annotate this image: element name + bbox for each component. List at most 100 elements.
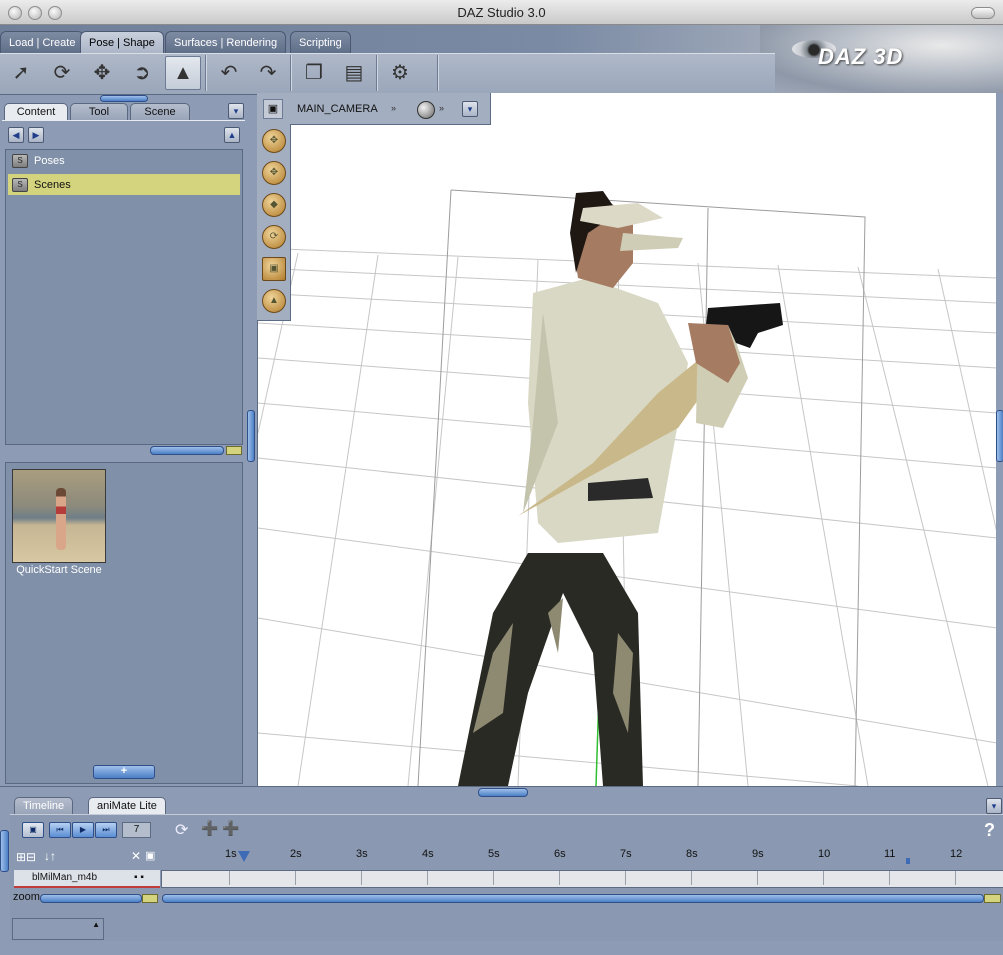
scroll-end-marker — [226, 446, 242, 455]
track-gridline — [427, 871, 428, 885]
panel-splitter-bottom[interactable] — [478, 788, 528, 797]
tab-load-create[interactable]: Load | Create — [0, 31, 85, 54]
roll-icon[interactable]: ⟳ — [259, 222, 289, 252]
select-icon[interactable]: ➚ — [4, 56, 38, 88]
track-gridline — [625, 871, 626, 885]
undo-icon[interactable]: ↶ — [212, 56, 246, 88]
track-gridline — [955, 871, 956, 885]
timeline-tick: 8s — [686, 848, 698, 860]
timeline-tick: 5s — [488, 848, 500, 860]
bottom-left-handle[interactable] — [0, 830, 9, 872]
tab-content[interactable]: Content — [4, 103, 68, 121]
dolly-icon[interactable]: ◆ — [259, 190, 289, 220]
orbit-icon[interactable]: ✥ — [259, 126, 289, 156]
toolbar-separator — [376, 55, 377, 91]
track-gridline — [295, 871, 296, 885]
help-icon[interactable]: ? — [984, 820, 995, 841]
panel-resize-handle[interactable] — [247, 410, 255, 462]
folder-label: Poses — [34, 154, 65, 167]
track-gridline — [691, 871, 692, 885]
sync-icon[interactable]: ⟳ — [175, 820, 188, 840]
chevron-down-icon[interactable]: » — [391, 103, 396, 113]
track-gridline — [823, 871, 824, 885]
3d-viewport[interactable] — [257, 93, 997, 786]
folder-scenes[interactable]: S Scenes — [8, 174, 240, 195]
toolbar-separator — [290, 55, 291, 91]
folder-hscrollbar[interactable] — [150, 446, 224, 455]
chevron-down-icon[interactable]: » — [439, 103, 444, 113]
pan-icon[interactable]: ✥ — [259, 158, 289, 188]
translate-icon[interactable]: ✥ — [85, 56, 119, 88]
track-name: blMilMan_m4b — [32, 872, 98, 883]
tab-scripting[interactable]: Scripting — [290, 31, 351, 54]
tab-tool[interactable]: Tool — [70, 103, 128, 121]
up-folder-icon[interactable]: ▲ — [224, 127, 240, 143]
quickstart-scene-thumbnail[interactable] — [12, 469, 106, 563]
go-to-start-icon[interactable]: ⏮ — [49, 822, 71, 838]
loop-icon[interactable]: ▣ — [22, 822, 44, 838]
script-icon[interactable]: ⚙ — [383, 56, 417, 88]
lock-icon[interactable]: ▣ — [145, 849, 155, 862]
window-title: DAZ Studio 3.0 — [457, 5, 546, 20]
frame-stepper[interactable]: 7 — [122, 822, 151, 838]
track-gridline — [493, 871, 494, 885]
track-figure-label[interactable]: blMilMan_m4b ▪ ▪ — [14, 870, 160, 888]
universal-icon[interactable]: ▲ — [165, 56, 201, 90]
remove-key-icon[interactable]: ➕ — [222, 820, 239, 837]
folder-icon: S — [12, 153, 28, 168]
copy-icon[interactable]: ❐ — [297, 56, 331, 88]
tab-underline — [2, 120, 245, 121]
playhead[interactable] — [238, 851, 250, 862]
paste-icon[interactable]: ▤ — [337, 56, 371, 88]
camera-selector[interactable]: MAIN_CAMERA — [297, 103, 378, 115]
scale-icon[interactable]: ➲ — [125, 56, 159, 88]
tab-surfaces-rendering[interactable]: Surfaces | Rendering — [165, 31, 287, 54]
panel-splitter-top[interactable] — [100, 95, 148, 102]
panel-menu-icon[interactable]: ▾ — [986, 798, 1002, 814]
thumbnail-figure — [56, 488, 66, 550]
tab-pose-shape[interactable]: Pose | Shape — [80, 31, 164, 54]
timeline-tick: 7s — [620, 848, 632, 860]
folder-icon: S — [12, 177, 28, 192]
back-arrow-icon[interactable]: ◀ — [8, 127, 24, 143]
tab-scene[interactable]: Scene — [130, 103, 190, 121]
tab-animate-lite[interactable]: aniMate Lite — [88, 797, 166, 815]
chevron-up-icon: ▲ — [92, 920, 100, 929]
track-options-box[interactable]: ▲ — [12, 918, 104, 940]
track-gridline — [757, 871, 758, 885]
end-marker[interactable] — [906, 858, 910, 864]
toolbar-separator — [437, 55, 438, 91]
frame-icon[interactable]: ▣ — [259, 254, 289, 284]
timeline-scrollbar[interactable] — [162, 894, 984, 903]
timeline-tick: 11 — [884, 848, 896, 860]
track-gridline — [559, 871, 560, 885]
move-track-icon[interactable]: ↓↑ — [44, 849, 56, 863]
add-track-icon[interactable]: ⊞⊟ — [16, 850, 36, 864]
panel-menu-icon[interactable]: ▾ — [228, 103, 244, 119]
draw-style-icon[interactable] — [417, 101, 435, 119]
folder-list: S Poses S Scenes — [5, 149, 243, 445]
reset-icon[interactable]: ▲ — [259, 286, 289, 316]
viewport-menu-icon[interactable]: ▣ — [263, 99, 283, 119]
zoom-slider[interactable] — [40, 894, 142, 903]
timeline-tick: 10 — [818, 848, 831, 860]
play-icon[interactable]: ▶ — [72, 822, 94, 838]
redo-icon[interactable]: ↷ — [251, 56, 285, 88]
folder-poses[interactable]: S Poses — [8, 150, 240, 171]
add-content-button[interactable]: + — [93, 765, 155, 779]
add-key-icon[interactable]: ➕ — [201, 820, 218, 837]
delete-track-icon[interactable]: ✕ — [131, 849, 141, 863]
viewport-scene — [258, 189, 997, 786]
track-gridline — [889, 871, 890, 885]
track-markers: ▪ ▪ — [134, 872, 144, 883]
rotate-icon[interactable]: ⟳ — [45, 56, 79, 88]
toolbar-toggle-icon[interactable] — [971, 7, 995, 19]
timeline-tick: 4s — [422, 848, 434, 860]
timeline-tick: 9s — [752, 848, 764, 860]
forward-arrow-icon[interactable]: ▶ — [28, 127, 44, 143]
tab-timeline[interactable]: Timeline — [14, 797, 74, 815]
go-to-end-icon[interactable]: ⏭ — [95, 822, 117, 838]
animation-track[interactable] — [161, 870, 1003, 888]
right-panel-handle[interactable] — [996, 410, 1003, 462]
viewport-options-icon[interactable]: ▾ — [462, 101, 478, 117]
